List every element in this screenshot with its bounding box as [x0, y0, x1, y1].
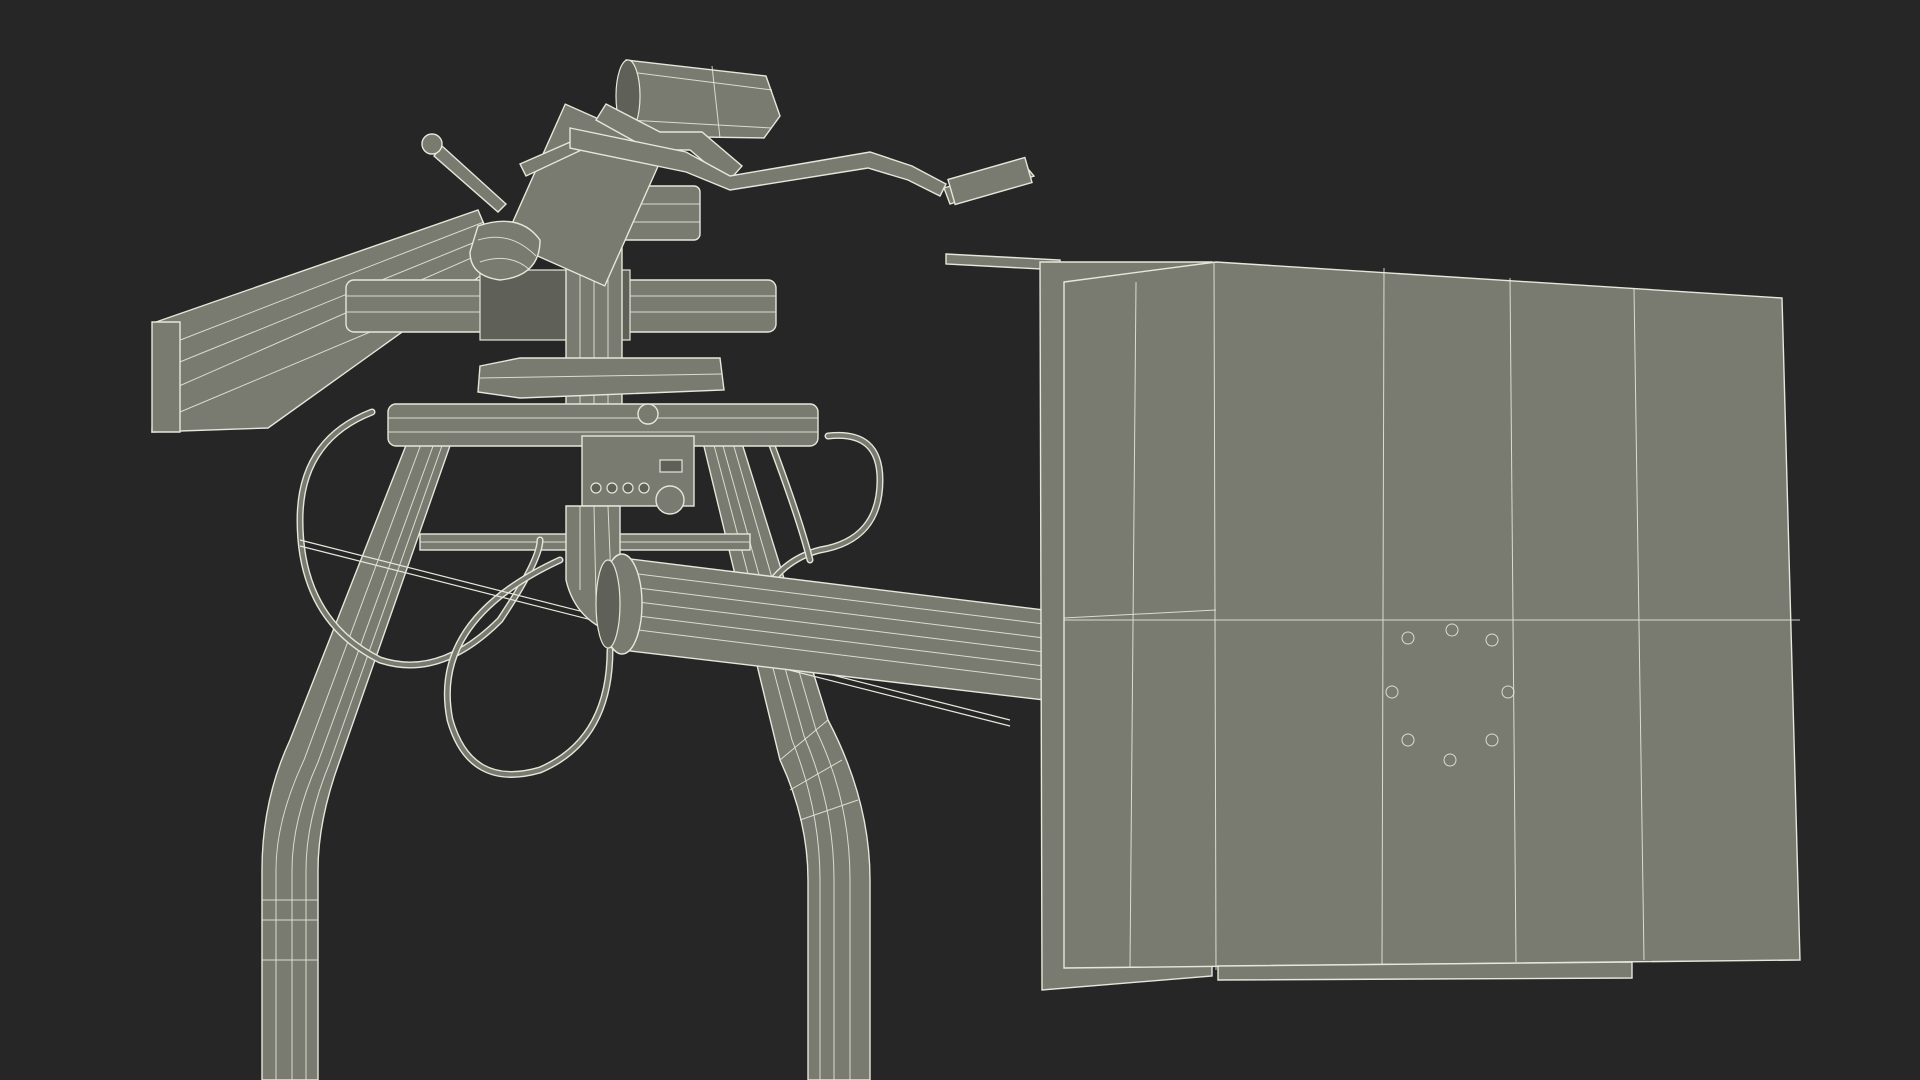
enclosure-box	[945, 253, 1801, 991]
render-viewport	[0, 0, 1920, 1080]
right-leg	[699, 423, 871, 1080]
left-leg	[261, 429, 453, 1080]
wireframe-render	[151, 59, 1801, 1080]
